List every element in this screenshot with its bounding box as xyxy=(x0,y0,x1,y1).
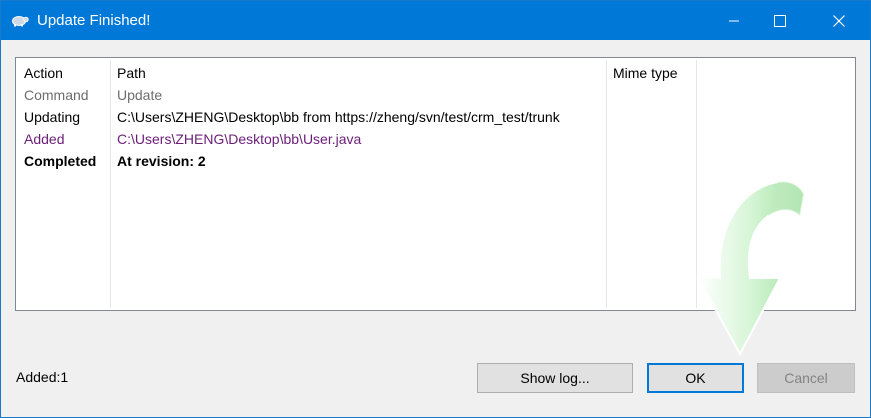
column-header-path[interactable]: Path xyxy=(117,64,146,82)
title-bar[interactable]: Update Finished! xyxy=(1,1,870,40)
close-icon xyxy=(833,14,845,27)
status-added-count: Added:1 xyxy=(16,369,69,385)
row-added-action[interactable]: Added xyxy=(24,130,64,148)
minimize-button[interactable] xyxy=(711,1,757,40)
row-updating-action[interactable]: Updating xyxy=(24,108,80,126)
column-header-mime-type[interactable]: Mime type xyxy=(613,64,678,82)
update-dialog: Update Finished! Action Path Mime type C… xyxy=(0,0,871,418)
row-updating-path[interactable]: C:\Users\ZHENG\Desktop\bb from https://z… xyxy=(117,108,560,126)
row-command-path[interactable]: Update xyxy=(117,86,162,104)
column-header-action[interactable]: Action xyxy=(24,64,63,82)
maximize-button[interactable] xyxy=(757,1,803,40)
row-completed-action[interactable]: Completed xyxy=(24,152,96,170)
row-completed-path[interactable]: At revision: 2 xyxy=(117,152,206,170)
minimize-icon xyxy=(729,20,739,21)
update-arrow-icon xyxy=(696,180,806,357)
show-log-button[interactable]: Show log... xyxy=(477,363,633,393)
cancel-button[interactable]: Cancel xyxy=(757,363,855,393)
close-button[interactable] xyxy=(816,1,862,40)
row-added-path[interactable]: C:\Users\ZHENG\Desktop\bb\User.java xyxy=(117,130,361,148)
column-divider[interactable] xyxy=(110,60,111,308)
update-results-list[interactable]: Action Path Mime type Command Update Upd… xyxy=(15,57,856,357)
maximize-icon xyxy=(774,14,786,27)
ok-button[interactable]: OK xyxy=(647,363,744,393)
row-command-action[interactable]: Command xyxy=(24,86,89,104)
column-divider[interactable] xyxy=(606,60,607,308)
tortoise-icon xyxy=(12,16,29,27)
window-title: Update Finished! xyxy=(37,12,151,29)
